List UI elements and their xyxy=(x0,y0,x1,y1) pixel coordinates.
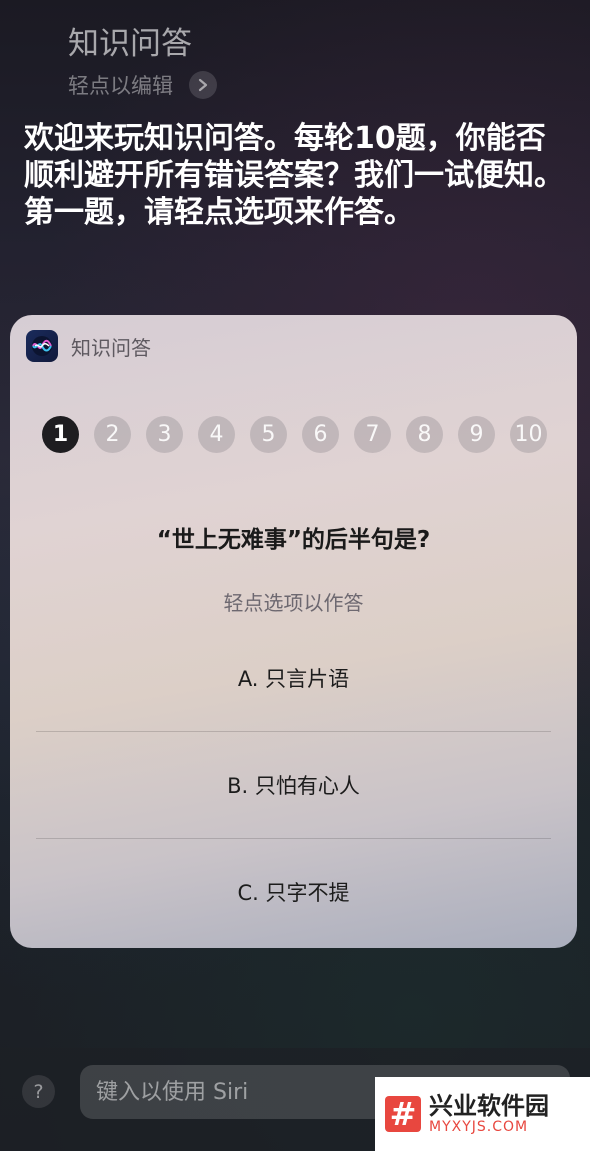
edit-row[interactable]: 轻点以编辑 xyxy=(68,70,217,100)
watermark: # 兴业软件园 MYXYJS.COM xyxy=(375,1077,590,1151)
help-button[interactable]: ? xyxy=(22,1075,55,1108)
watermark-logo: # xyxy=(385,1095,421,1133)
progress-step: 2 xyxy=(94,416,131,453)
progress-step: 1 xyxy=(42,416,79,453)
progress-step: 3 xyxy=(146,416,183,453)
siri-response: 欢迎来玩知识问答。每轮10题，你能否顺利避开所有错误答案？我们一试便知。第一题，… xyxy=(24,121,564,230)
progress-step: 7 xyxy=(354,416,391,453)
card-title: 知识问答 xyxy=(71,335,151,360)
watermark-text: 兴业软件园 MYXYJS.COM xyxy=(429,1093,549,1135)
quiz-card: 知识问答 1 2 3 4 5 6 7 8 9 10 “世上无难事”的后半句是? … xyxy=(10,315,577,948)
progress-step: 8 xyxy=(406,416,443,453)
edit-hint: 轻点以编辑 xyxy=(68,74,173,98)
option-b[interactable]: B. 只怕有心人 xyxy=(36,732,551,838)
watermark-url: MYXYJS.COM xyxy=(429,1118,529,1135)
option-a[interactable]: A. 只言片语 xyxy=(36,625,551,731)
instruction-text: 轻点选项以作答 xyxy=(223,591,364,615)
siri-icon xyxy=(26,330,58,362)
progress-step: 10 xyxy=(510,416,547,453)
progress-step: 6 xyxy=(302,416,339,453)
question-progress: 1 2 3 4 5 6 7 8 9 10 xyxy=(42,416,547,453)
question-text: “世上无难事”的后半句是? xyxy=(156,527,431,553)
answer-options: A. 只言片语 B. 只怕有心人 C. 只字不提 xyxy=(36,625,551,945)
option-c[interactable]: C. 只字不提 xyxy=(36,839,551,945)
progress-step: 9 xyxy=(458,416,495,453)
chevron-right-icon[interactable] xyxy=(189,71,217,99)
watermark-name: 兴业软件园 xyxy=(429,1092,549,1121)
card-header: 知识问答 xyxy=(26,330,151,362)
progress-step: 4 xyxy=(198,416,235,453)
progress-step: 5 xyxy=(250,416,287,453)
siri-query-text[interactable]: 知识问答 xyxy=(68,18,192,63)
